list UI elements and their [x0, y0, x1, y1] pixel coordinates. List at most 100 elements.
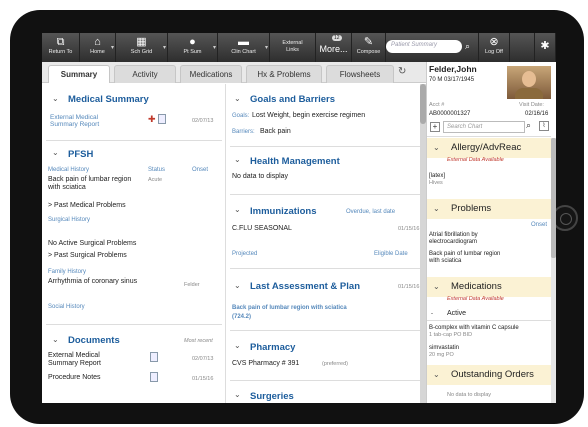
active-meds-group[interactable]: Active — [447, 310, 466, 318]
folder-icon: ▬ — [238, 36, 249, 48]
tab-hx-problems[interactable]: Hx & Problems — [246, 65, 322, 83]
past-medical-problems-toggle[interactable]: > Past Medical Problems — [48, 202, 126, 210]
problem-item[interactable]: Atrial fibrillation by electrocardiogram — [429, 232, 517, 246]
more-badge: 12 — [332, 35, 342, 41]
goals-heading: Goals and Barriers — [250, 94, 336, 105]
patient-name: Felder,John — [429, 64, 477, 74]
chevron-down-icon: ⌄ — [433, 204, 440, 213]
pt-sum-button[interactable]: ● Pt Sum ▾ — [168, 33, 218, 62]
panel-scrollbar-thumb[interactable] — [551, 138, 556, 258]
tab-activity[interactable]: Activity — [114, 65, 176, 83]
left-column: ⌄ Medical Summary External Medical Summa… — [42, 84, 226, 403]
past-surgical-problems-toggle[interactable]: > Past Surgical Problems — [48, 252, 127, 260]
return-icon: ⧉ — [56, 36, 65, 48]
patient-panel: Felder,John 70 M 03/17/1945 Acct # Visit… — [426, 62, 556, 403]
document-link[interactable]: Procedure Notes — [48, 374, 101, 382]
document-icon[interactable] — [150, 372, 158, 382]
sch-grid-button[interactable]: ▦ Sch Grid ▾ — [116, 33, 168, 62]
patient-info: 70 M 03/17/1945 — [429, 77, 475, 83]
compose-button[interactable]: ✎ Compose — [352, 33, 386, 62]
medication-item[interactable]: B-complex with vitamin C capsule — [429, 324, 519, 332]
section-tabs: Summary Activity Medications Hx & Proble… — [42, 62, 426, 83]
chevron-down-icon: ⌄ — [433, 143, 440, 152]
allergy-section-header[interactable]: ⌄ Allergy/AdvReac — [427, 138, 551, 158]
home-button[interactable]: ⌂ Home ▾ — [80, 33, 116, 62]
document-icon[interactable] — [158, 114, 166, 124]
chevron-down-icon: ▾ — [110, 45, 114, 51]
medical-summary-heading: Medical Summary — [68, 94, 149, 105]
chevron-down-icon[interactable]: ⌄ — [234, 281, 241, 290]
document-link[interactable]: External Medical Summary Report — [48, 352, 128, 368]
person-icon: ● — [189, 36, 196, 48]
chevron-down-icon[interactable]: ⌄ — [234, 390, 241, 399]
problems-section-header[interactable]: ⌄ Problems — [427, 199, 551, 219]
patient-summary-search-input[interactable]: Patient Summary — [386, 40, 462, 53]
panel-scrollbar[interactable] — [551, 138, 556, 403]
surgeries-heading: Surgeries — [250, 391, 294, 402]
chevron-down-icon[interactable]: ⌄ — [52, 94, 59, 103]
chevron-down-icon[interactable]: ⌄ — [234, 205, 241, 214]
external-links-button[interactable]: External Links — [270, 33, 316, 62]
compose-icon: ✎ — [363, 36, 374, 48]
chevron-down-icon: ▾ — [212, 45, 216, 51]
divider — [427, 320, 551, 321]
allergy-item[interactable]: [latex] — [429, 172, 445, 180]
flag-icon: ✚ — [148, 114, 156, 124]
chevron-down-icon[interactable]: ⌄ — [52, 335, 59, 344]
assessment-heading: Last Assessment & Plan — [250, 281, 360, 292]
add-icon[interactable]: + — [430, 122, 440, 132]
pharmacy-heading: Pharmacy — [250, 342, 296, 353]
family-history-item[interactable]: Arrhythmia of coronary sinus — [48, 278, 146, 286]
refresh-icon[interactable]: ↻ — [398, 66, 406, 77]
chevron-down-icon: ⌄ — [433, 370, 440, 379]
divider — [427, 136, 551, 137]
external-summary-link[interactable]: External Medical Summary Report — [50, 114, 120, 128]
gear-icon: ✱ — [540, 40, 550, 52]
documents-heading: Documents — [68, 335, 120, 346]
pfsh-heading: PFSH — [68, 149, 94, 160]
search-icon[interactable]: ⌕ — [465, 41, 470, 52]
patient-photo — [507, 66, 551, 99]
chart-icon[interactable]: ⌇ — [539, 121, 549, 131]
medical-history-item[interactable]: Back pain of lumbar region with sciatica — [48, 176, 134, 192]
settings-button[interactable]: ✱ — [534, 33, 556, 62]
chevron-down-icon: ▾ — [162, 45, 166, 51]
log-off-button[interactable]: ⊗ Log Off — [478, 33, 510, 62]
orders-section-header[interactable]: ⌄ Outstanding Orders — [427, 365, 551, 385]
tab-summary[interactable]: Summary — [48, 65, 110, 83]
divider — [230, 380, 422, 381]
more-button[interactable]: 12 More... — [316, 33, 352, 62]
medications-section-header[interactable]: ⌄ Medications — [427, 277, 551, 297]
health-management-heading: Health Management — [250, 156, 340, 167]
search-icon[interactable]: ⌕ — [526, 120, 531, 131]
divider — [230, 194, 422, 195]
close-circle-icon: ⊗ — [489, 36, 499, 48]
chevron-down-icon[interactable]: ⌄ — [234, 155, 241, 164]
search-chart-input[interactable]: Search Chart — [443, 121, 525, 133]
app-screen: ⧉ Return To ⌂ Home ▾ ▦ Sch Grid ▾ ● Pt Sum ▾ ▬ C… — [42, 33, 556, 403]
collapse-toggle-icon[interactable]: - — [431, 310, 433, 318]
chevron-down-icon: ▾ — [264, 45, 268, 51]
divider — [46, 140, 222, 141]
divider — [230, 146, 422, 147]
divider — [230, 268, 422, 269]
document-icon[interactable] — [150, 352, 158, 362]
tab-flowsheets[interactable]: Flowsheets — [326, 65, 394, 83]
immunization-item[interactable]: C.FLU SEASONAL — [232, 225, 292, 233]
immunizations-heading: Immunizations — [250, 206, 317, 217]
chevron-down-icon[interactable]: ⌄ — [234, 94, 241, 103]
pharmacy-item[interactable]: CVS Pharmacy # 391 — [232, 360, 299, 368]
medication-item[interactable]: simvastatin — [429, 344, 459, 352]
return-to-button[interactable]: ⧉ Return To — [42, 33, 80, 62]
clin-chart-button[interactable]: ▬ Clin Chart ▾ — [218, 33, 270, 62]
main-toolbar: ⧉ Return To ⌂ Home ▾ ▦ Sch Grid ▾ ● Pt Sum ▾ ▬ C… — [42, 33, 556, 62]
divider — [46, 324, 222, 325]
chevron-down-icon: ⌄ — [433, 282, 440, 291]
chevron-down-icon[interactable]: ⌄ — [52, 148, 59, 157]
middle-column: ⌄ Goals and Barriers Goals: Lost Weight,… — [228, 84, 426, 403]
problem-item[interactable]: Back pain of lumbar region with sciatica — [429, 251, 509, 265]
chevron-down-icon[interactable]: ⌄ — [234, 341, 241, 350]
calendar-icon: ▦ — [136, 36, 147, 48]
tab-medications[interactable]: Medications — [180, 65, 242, 83]
assessment-link[interactable]: Back pain of lumbar region with sciatica — [232, 305, 347, 311]
